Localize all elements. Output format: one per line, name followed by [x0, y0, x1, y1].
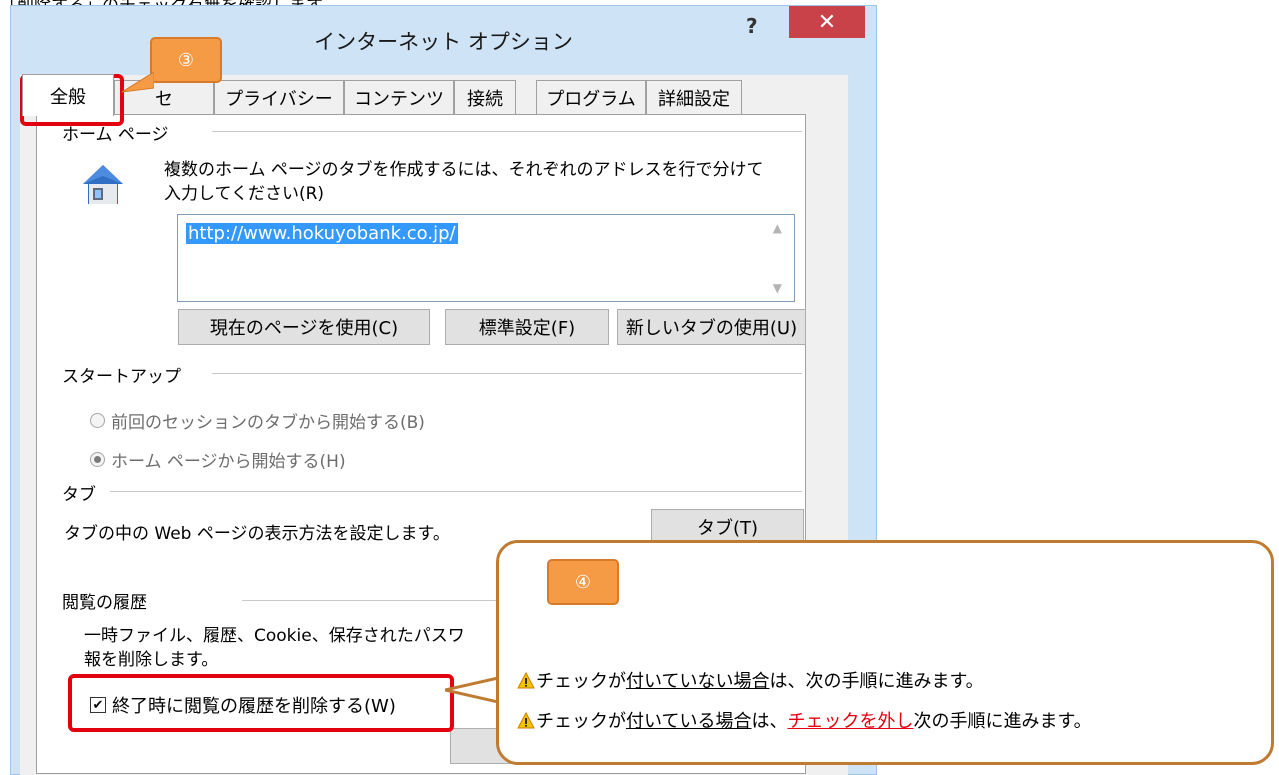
home-desc-line2: 入力してください(R): [164, 184, 325, 204]
note1-post: は、次の手順に進みます。: [769, 671, 984, 692]
startup-option-home[interactable]: ホーム ページから開始する(H): [90, 447, 346, 472]
tab-privacy[interactable]: プライバシー: [214, 80, 344, 114]
radio-previous-session[interactable]: [90, 413, 105, 428]
home-section-divider: [212, 131, 802, 132]
use-new-tab-button[interactable]: 新しいタブの使用(U): [617, 309, 806, 345]
note2-underlined: 付いている場合: [626, 711, 752, 732]
close-icon: ✕: [817, 9, 837, 35]
tab-general[interactable]: 全般: [22, 74, 114, 116]
tab-connections[interactable]: 接続: [454, 80, 516, 114]
startup-section-title: スタートアップ: [62, 362, 189, 387]
tabs-section-divider: [110, 491, 802, 492]
house-icon: [83, 165, 123, 204]
tab-advanced[interactable]: 詳細設定: [646, 80, 742, 114]
tab-content[interactable]: コンテンツ: [344, 80, 454, 114]
close-button[interactable]: ✕: [789, 6, 865, 38]
history-desc-line1: 一時ファイル、履歴、Cookie、保存されたパスワ: [84, 626, 465, 646]
use-current-page-button[interactable]: 現在のページを使用(C): [178, 309, 430, 345]
history-desc-line2: 報を削除します。: [84, 650, 219, 670]
radio-home-page[interactable]: [90, 452, 105, 467]
tabs-section-title: タブ: [62, 480, 104, 505]
note1-underlined: 付いていない場合: [626, 671, 770, 692]
warning-icon: [517, 671, 535, 688]
step-marker-3: ③: [150, 37, 222, 83]
note2-mid: は、: [751, 711, 788, 732]
title-bar: インターネット オプション ? ✕: [11, 6, 876, 64]
warning-icon: [517, 711, 535, 728]
note2-red-emphasis: チェックを外し: [787, 711, 914, 732]
home-page-url-textarea[interactable]: http://www.hokuyobank.co.jp/ ▲ ▼: [177, 214, 795, 302]
marker3-pointer: [121, 71, 154, 93]
note2-pre: チェックが: [536, 711, 626, 732]
startup-section-divider: [212, 373, 802, 374]
history-section-divider: [242, 600, 502, 601]
note-line-unchecked: チェックが 付いていない場合 は、次の手順に進みます。: [517, 667, 984, 693]
radio-previous-label: 前回のセッションのタブから開始する(B): [111, 413, 425, 433]
note-callout: ④ チェックが 付いていない場合 は、次の手順に進みます。 チェックが 付いてい…: [496, 540, 1274, 765]
tab-programs[interactable]: プログラム: [536, 80, 646, 114]
radio-home-label: ホーム ページから開始する(H): [111, 452, 346, 472]
use-default-button[interactable]: 標準設定(F): [445, 309, 609, 345]
delete-history-highlight: [68, 674, 454, 732]
step-marker-4: ④: [547, 559, 619, 605]
history-section-title: 閲覧の履歴: [62, 588, 155, 613]
tabs-desc: タブの中の Web ページの表示方法を設定します。: [64, 524, 450, 544]
help-button[interactable]: ?: [746, 14, 758, 38]
note2-post: 次の手順に進みます。: [913, 711, 1092, 732]
home-page-url-value: http://www.hokuyobank.co.jp/: [186, 223, 458, 244]
scroll-down-icon[interactable]: ▼: [773, 281, 782, 295]
note-line-checked: チェックが 付いている場合 は、 チェックを外し 次の手順に進みます。: [517, 707, 1092, 733]
startup-option-previous[interactable]: 前回のセッションのタブから開始する(B): [90, 408, 425, 433]
home-desc-line1: 複数のホーム ページのタブを作成するには、それぞれのアドレスを行で分けて: [164, 160, 764, 180]
note1-pre: チェックが: [536, 671, 626, 692]
scroll-up-icon[interactable]: ▲: [773, 221, 782, 235]
